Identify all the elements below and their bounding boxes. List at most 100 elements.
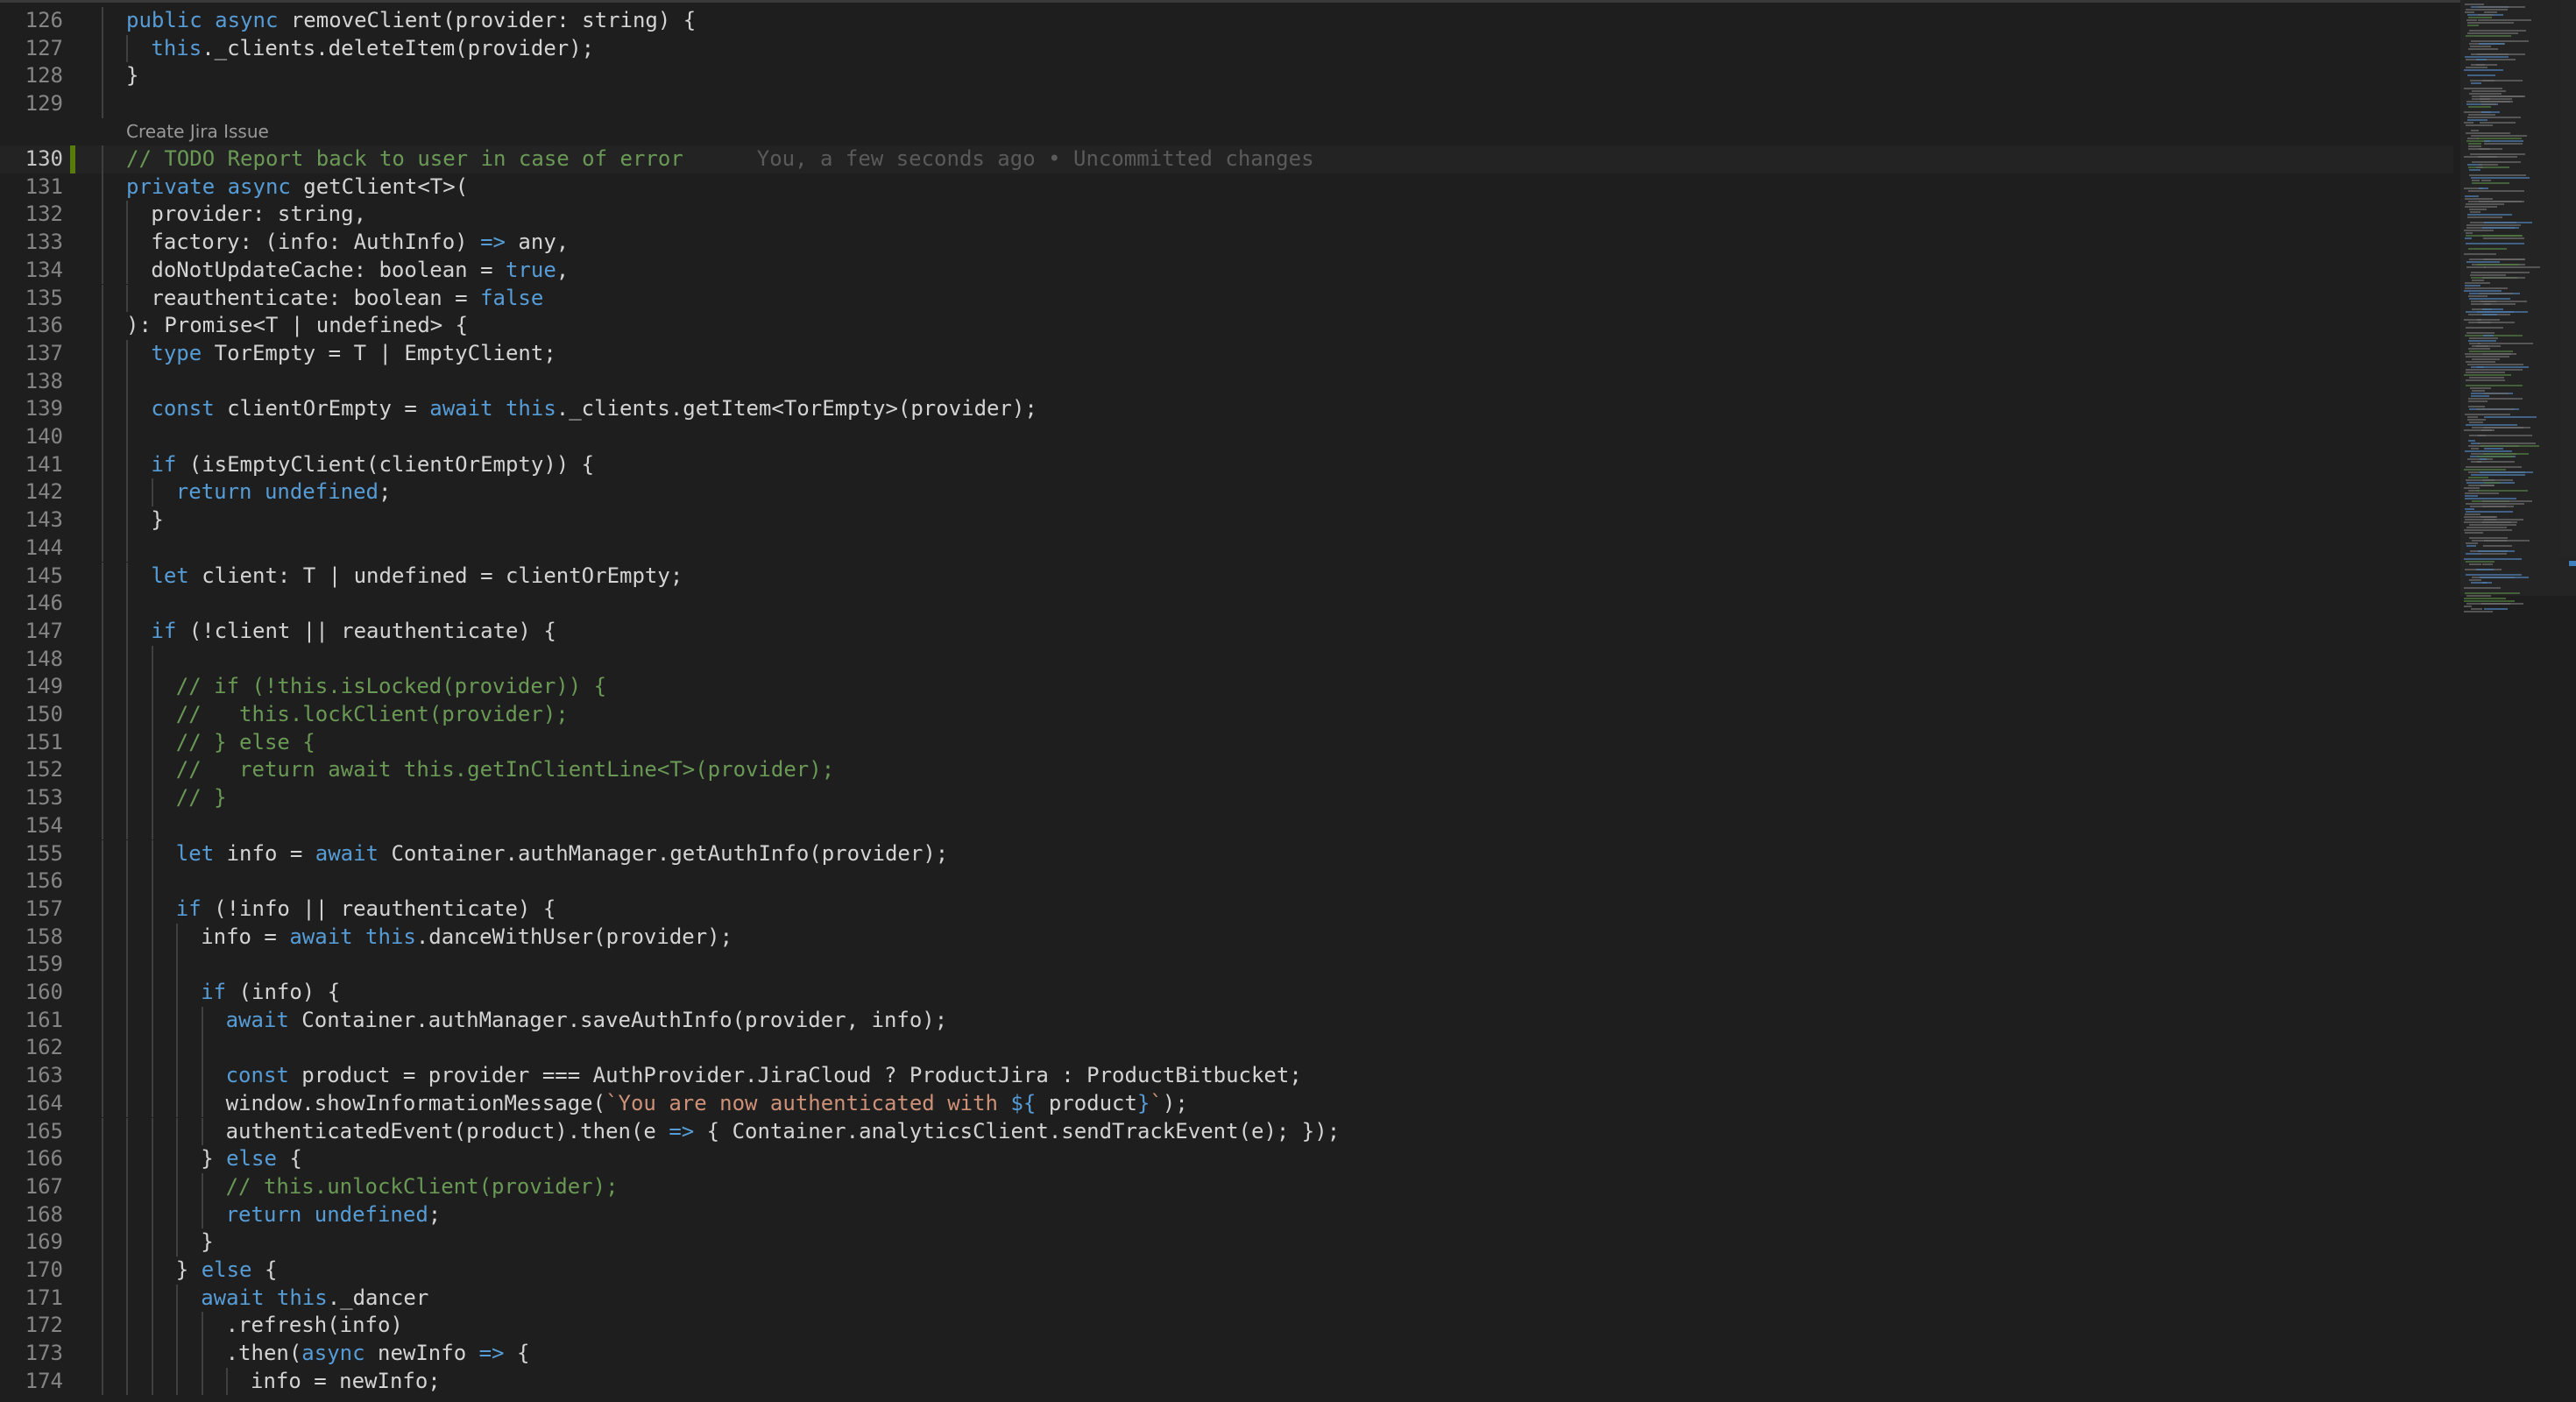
line-number: 169	[25, 1229, 63, 1255]
line-code: await Container.authManager.saveAuthInfo…	[226, 1007, 948, 1035]
line-number: 158	[25, 924, 63, 949]
code-token: else	[226, 1146, 277, 1172]
code-editor[interactable]: 126 public async removeClient(provider: s…	[0, 0, 2576, 1402]
code-line[interactable]: 139 const clientOrEmpty = await this._cli…	[0, 395, 2453, 423]
code-token: }	[175, 1257, 202, 1282]
indent-guide	[102, 339, 103, 368]
indent-guide	[126, 506, 129, 535]
code-line[interactable]: 143}	[0, 506, 2453, 535]
code-line[interactable]: 162	[0, 1034, 2453, 1063]
code-token: removeClient(provider: string) {	[290, 8, 697, 32]
code-line[interactable]: 174 info = newInfo;	[0, 1367, 2453, 1396]
code-line[interactable]: 132 provider: string,	[0, 201, 2453, 230]
code-line[interactable]: 142 return undefined;	[0, 478, 2453, 507]
indent-guide	[102, 1089, 103, 1118]
code-line[interactable]: 149 // if (!this.isLocked(provider)) {	[0, 673, 2453, 701]
code-line[interactable]: 169}	[0, 1229, 2453, 1257]
code-token: async	[301, 1341, 365, 1366]
code-line[interactable]: 130 // TODO Report back to user in case o…	[0, 145, 2453, 173]
minimap-slider[interactable]	[2460, 0, 2576, 596]
code-line[interactable]: 171 await this._dancer	[0, 1284, 2453, 1313]
code-line[interactable]: 128}	[0, 62, 2453, 91]
indent-guide	[126, 645, 129, 674]
code-line[interactable]: 168 return undefined;	[0, 1200, 2453, 1229]
code-line[interactable]: 170} else {	[0, 1257, 2453, 1285]
code-line[interactable]: 173 .then(async newInfo => {	[0, 1340, 2453, 1368]
code-token: window.showInformationMessage(	[225, 1090, 606, 1115]
code-line[interactable]: 131 private async getClient<T>(	[0, 173, 2453, 202]
indent-guide	[102, 562, 103, 591]
indent-guide	[126, 562, 129, 591]
line-number: 138	[25, 368, 63, 393]
code-line[interactable]: 138	[0, 367, 2453, 396]
indent-guide	[126, 617, 129, 646]
code-line[interactable]: 129	[0, 90, 2453, 118]
indent-guide	[201, 1006, 203, 1035]
line-number: 150	[25, 702, 63, 726]
indent-guide	[102, 312, 103, 340]
code-line[interactable]: 152 // return await this.getInClientLine<…	[0, 756, 2453, 785]
indent-guide	[151, 895, 153, 924]
code-line[interactable]: 148	[0, 645, 2453, 674]
code-line[interactable]: 172 .refresh(info)	[0, 1312, 2453, 1341]
code-line[interactable]: 164 window.showInformationMessage(`You ar…	[0, 1089, 2453, 1118]
code-line[interactable]: 144	[0, 534, 2453, 563]
code-line[interactable]: 126 public async removeClient(provider: s…	[0, 7, 2453, 35]
indent-guide	[126, 1117, 129, 1146]
code-line[interactable]: 161 await Container.authManager.saveAuthI…	[0, 1006, 2453, 1035]
indent-guide	[102, 1172, 103, 1201]
code-line[interactable]: 160 if (info) {	[0, 979, 2453, 1007]
code-token: }	[1136, 1090, 1150, 1115]
git-modified-gutter-marker[interactable]	[70, 145, 75, 173]
indent-guide	[151, 1257, 153, 1285]
line-code: // }	[176, 784, 227, 812]
code-line[interactable]: 165 authenticatedEvent(product).then(e =>…	[0, 1117, 2453, 1146]
code-line[interactable]: 150 // this.lockClient(provider);	[0, 701, 2453, 729]
code-line[interactable]: 146	[0, 590, 2453, 618]
code-line[interactable]: 134 doNotUpdateCache: boolean = true,	[0, 256, 2453, 285]
code-line[interactable]: 157 if (!info || reauthenticate) {	[0, 895, 2453, 924]
minimap-line	[2481, 603, 2510, 605]
code-line[interactable]: 166} else {	[0, 1145, 2453, 1173]
indent-guide	[126, 395, 129, 423]
code-line[interactable]: 154	[0, 811, 2453, 840]
code-line[interactable]: 151 // } else {	[0, 728, 2453, 757]
minimap-line	[2464, 598, 2506, 599]
editor-top-border	[0, 0, 2576, 3]
line-code: factory: (info: AuthInfo) => any,	[151, 229, 569, 257]
code-line[interactable]: 159	[0, 951, 2453, 979]
indent-guide	[176, 1117, 179, 1146]
code-token: .refresh(info)	[225, 1313, 403, 1338]
indent-guide	[126, 1340, 129, 1368]
line-code: }	[201, 1229, 213, 1257]
code-line[interactable]: 163 const product = provider === AuthProv…	[0, 1062, 2453, 1090]
indent-guide	[126, 1034, 129, 1063]
code-line[interactable]: 147 if (!client || reauthenticate) {	[0, 617, 2453, 646]
code-token: (info) {	[226, 980, 341, 1004]
indent-guide	[126, 423, 129, 451]
code-line[interactable]: 135 reauthenticate: boolean = false	[0, 284, 2453, 313]
indent-guide	[176, 979, 179, 1007]
line-number: 142	[25, 479, 63, 505]
indent-guide	[151, 645, 153, 674]
line-number: 160	[25, 980, 63, 1004]
code-line[interactable]: 158 info = await this.danceWithUser(provi…	[0, 923, 2453, 952]
line-code: // this.lockClient(provider);	[176, 701, 569, 729]
line-code: if (!client || reauthenticate) {	[151, 618, 556, 646]
code-line[interactable]: 136): Promise<T | undefined> {	[0, 312, 2453, 340]
indent-guide	[102, 62, 103, 91]
code-line[interactable]: 140	[0, 423, 2453, 451]
code-line[interactable]: 156	[0, 867, 2453, 896]
code-line[interactable]: 145 let client: T | undefined = clientOrE…	[0, 562, 2453, 591]
code-line[interactable]: 133 factory: (info: AuthInfo) => any,	[0, 229, 2453, 257]
indent-guide	[126, 756, 129, 785]
code-line[interactable]: 127 this._clients.deleteItem(provider);	[0, 34, 2453, 63]
indent-guide	[126, 534, 129, 563]
indent-guide	[126, 1006, 129, 1035]
code-line[interactable]: 155 let info = await Container.authManage…	[0, 839, 2453, 868]
code-line[interactable]: 141 if (isEmptyClient(clientOrEmpty)) {	[0, 450, 2453, 479]
code-line[interactable]: 167 // this.unlockClient(provider);	[0, 1172, 2453, 1201]
code-line[interactable]: 137 type TorEmpty = T | EmptyClient;	[0, 339, 2453, 368]
code-line[interactable]: 153 // }	[0, 784, 2453, 812]
create-jira-issue-codelens[interactable]: Create Jira Issue	[126, 121, 269, 142]
